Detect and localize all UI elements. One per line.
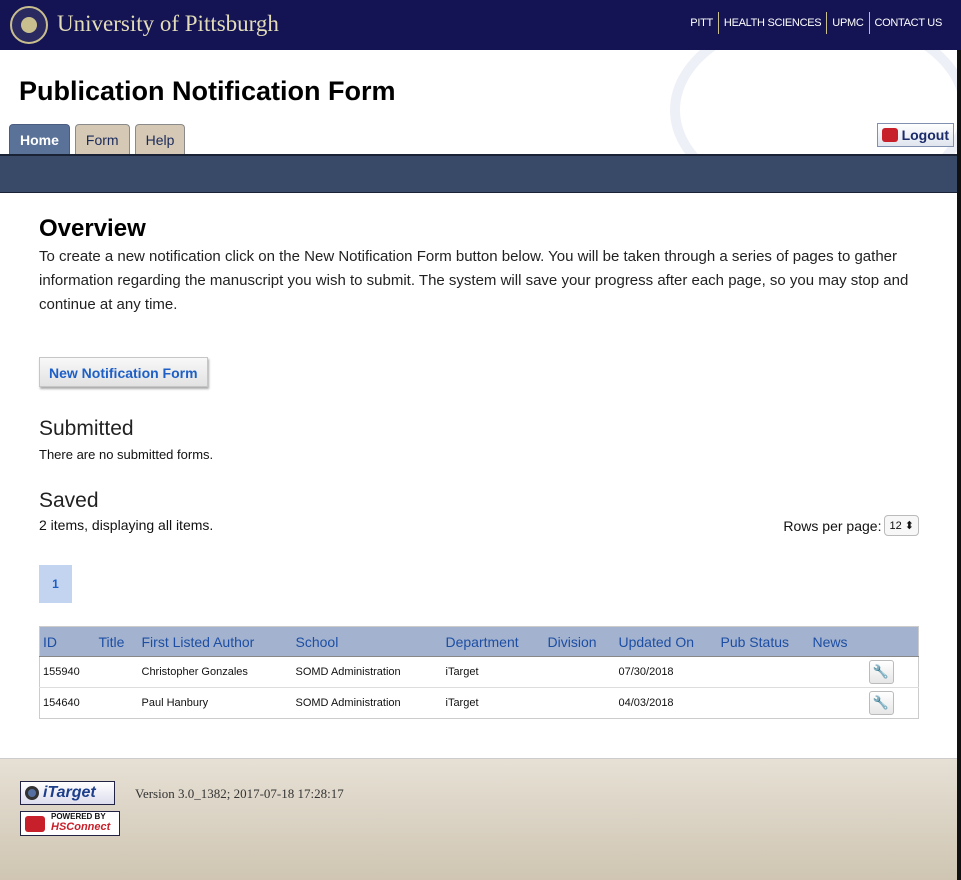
tab-form[interactable]: Form <box>74 124 130 155</box>
new-notification-form-button[interactable]: New Notification Form <box>39 357 208 387</box>
table-cell: Paul Hanbury <box>138 687 293 719</box>
itarget-logo[interactable]: iTarget <box>20 781 115 805</box>
page-title: Publication Notification Form <box>19 76 396 106</box>
column-header[interactable]: School <box>292 626 443 657</box>
column-header[interactable]: ID <box>39 626 96 657</box>
table-cell: Christopher Gonzales <box>138 656 293 688</box>
table-cell: iTarget <box>442 687 545 719</box>
column-header[interactable]: Division <box>544 626 616 657</box>
table-cell <box>717 687 810 719</box>
overview-heading: Overview <box>39 215 146 242</box>
table-row: 155940 Christopher Gonzales SOMD Administr… <box>39 656 919 688</box>
footer: iTarget POWERED BY HSConnect Version 3.0_… <box>0 758 957 880</box>
header: Publication Notification Form Home Form … <box>0 50 957 155</box>
tabs: Home Form Help <box>9 124 186 155</box>
itarget-logo-text: iTarget <box>43 784 96 801</box>
table-cell <box>95 687 139 719</box>
table-cell <box>95 656 139 688</box>
table-cell <box>809 656 866 688</box>
puzzle-icon <box>25 816 45 832</box>
page-1-button[interactable]: 1 <box>39 565 72 603</box>
table-cell: 04/03/2018 <box>615 687 718 719</box>
column-header[interactable]: Title <box>95 626 139 657</box>
table-cell-actions: 🔧 <box>865 656 919 688</box>
column-header[interactable]: Pub Status <box>717 626 810 657</box>
rows-per-page-label: Rows per page: <box>783 517 882 534</box>
table-cell: SOMD Administration <box>292 687 443 719</box>
university-seal-icon <box>10 6 48 44</box>
submitted-heading: Submitted <box>39 417 134 440</box>
table-cell <box>544 687 616 719</box>
edit-wrench-icon[interactable]: 🔧 <box>868 660 894 684</box>
table-cell <box>544 656 616 688</box>
window-edge <box>957 50 961 880</box>
university-name[interactable]: University of Pittsburgh <box>57 11 279 37</box>
logout-label: Logout <box>901 127 949 143</box>
rows-per-page: Rows per page: 12 ⬍ <box>783 515 919 536</box>
table-cell: iTarget <box>442 656 545 688</box>
column-header[interactable]: News <box>809 626 866 657</box>
nav-band <box>0 154 957 193</box>
rows-per-page-value: 12 <box>889 520 902 532</box>
column-header[interactable]: Department <box>442 626 545 657</box>
table-cell: 154640 <box>39 687 96 719</box>
edit-wrench-icon[interactable]: 🔧 <box>868 691 894 715</box>
table-cell <box>717 656 810 688</box>
column-header[interactable]: Updated On <box>615 626 718 657</box>
hsconnect-logo[interactable]: POWERED BY HSConnect <box>20 811 120 836</box>
column-header[interactable]: First Listed Author <box>138 626 293 657</box>
puzzle-icon <box>881 128 898 142</box>
link-pitt[interactable]: PITT <box>685 12 718 34</box>
saved-count: 2 items, displaying all items. <box>39 517 214 533</box>
table-cell <box>809 687 866 719</box>
table-cell: 07/30/2018 <box>615 656 718 688</box>
submitted-text: There are no submitted forms. <box>39 447 214 462</box>
tab-home[interactable]: Home <box>9 124 70 155</box>
main-content: Overview To create a new notification cl… <box>39 215 919 719</box>
target-icon <box>25 786 39 800</box>
table-cell-actions: 🔧 <box>865 687 919 719</box>
link-upmc[interactable]: UPMC <box>826 12 868 34</box>
table-cell: 155940 <box>39 656 96 688</box>
column-header-actions <box>865 626 919 657</box>
version-text: Version 3.0_1382; 2017-07-18 17:28:17 <box>135 786 344 801</box>
link-health-sciences[interactable]: HEALTH SCIENCES <box>717 12 826 34</box>
overview-text: To create a new notification click on th… <box>39 248 909 313</box>
top-bar: University of Pittsburgh PITT HEALTH SCI… <box>0 0 961 50</box>
tab-help[interactable]: Help <box>134 124 186 155</box>
link-contact-us[interactable]: CONTACT US <box>868 12 948 34</box>
table-cell: SOMD Administration <box>292 656 443 688</box>
saved-table: ID Title First Listed Author School Departme… <box>39 626 919 719</box>
top-links: PITT HEALTH SCIENCES UPMC CONTACT US <box>685 12 947 34</box>
saved-heading: Saved <box>39 489 99 512</box>
logout-button[interactable]: Logout <box>876 123 954 147</box>
table-row: 154640 Paul Hanbury SOMD Administration iTa… <box>39 687 919 719</box>
rows-per-page-select[interactable]: 12 ⬍ <box>884 515 919 536</box>
